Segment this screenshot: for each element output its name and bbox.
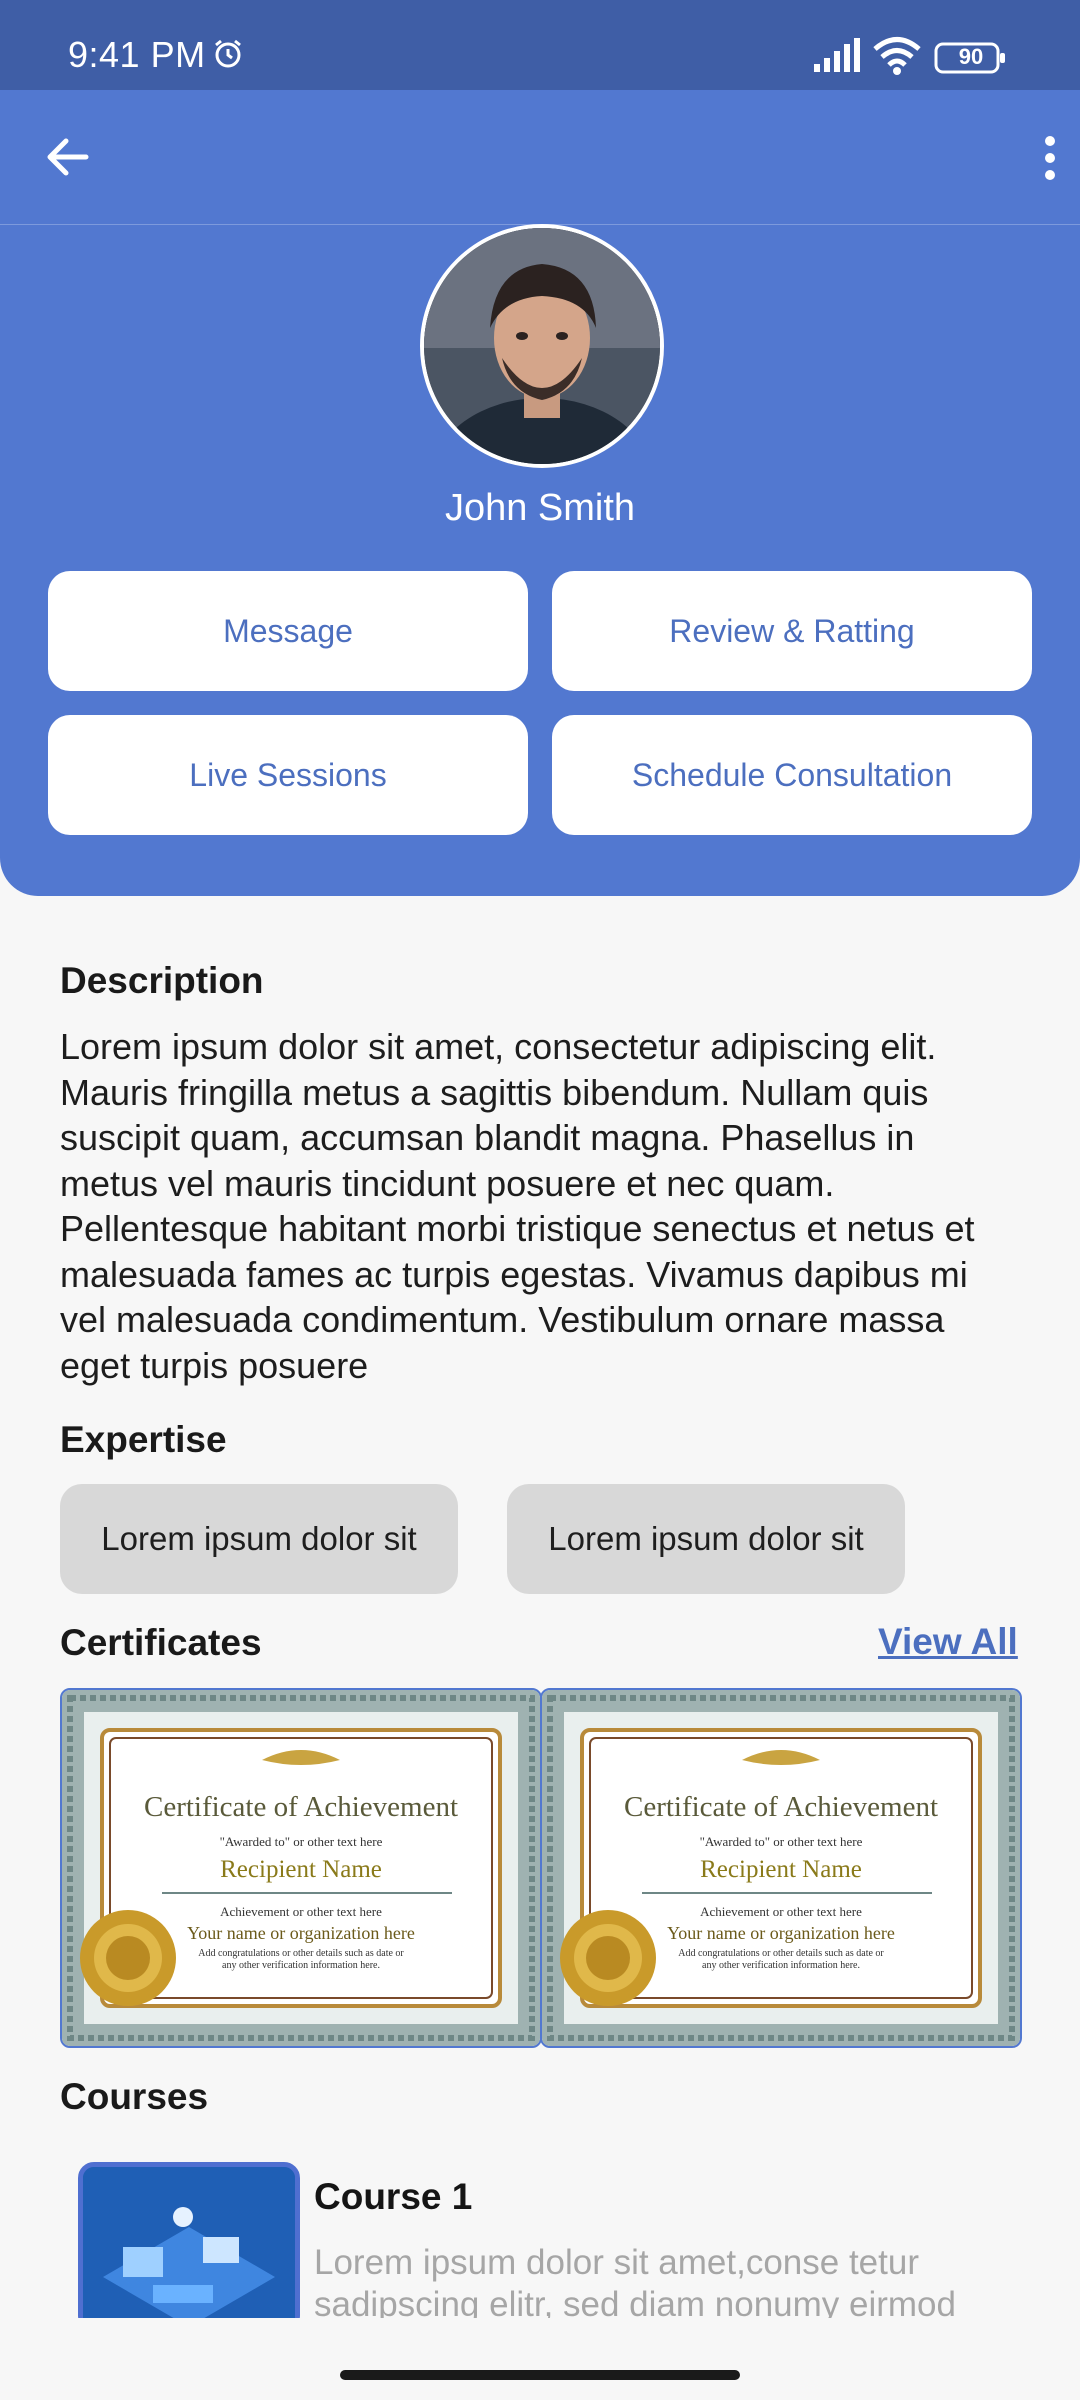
course-description: Lorem ipsum dolor sit amet,conse tetur s… <box>314 2243 956 2324</box>
certificate-recipient: Recipient Name <box>700 1856 862 1883</box>
home-indicator[interactable] <box>340 2370 740 2380</box>
expertise-chip[interactable]: Lorem ipsum dolor sit <box>60 1484 458 1594</box>
review-rating-button[interactable]: Review & Ratting <box>552 571 1032 691</box>
description-text: Lorem ipsum dolor sit amet, consectetur … <box>60 1026 975 1386</box>
certificate-note: Add congratulations or other details suc… <box>678 1948 884 1959</box>
certificate-note: any other verification information here. <box>702 1960 860 1971</box>
certificate-awarded: "Awarded to" or other text here <box>220 1834 383 1849</box>
back-arrow-icon[interactable] <box>44 134 90 180</box>
certificate-org: Your name or organization here <box>667 1923 895 1943</box>
course-illustration <box>83 2167 295 2327</box>
message-button[interactable]: Message <box>48 571 528 691</box>
status-bar: 9:41 PM 90 <box>0 0 1080 90</box>
certificate-image: Certificate of Achievement "Awarded to" … <box>542 1690 1020 2046</box>
certificate-achievement: Achievement or other text here <box>700 1904 862 1919</box>
profile-header: John Smith Message Review & Ratting Live… <box>0 90 1080 896</box>
bottom-fade <box>0 2318 1080 2400</box>
certificate-awarded: "Awarded to" or other text here <box>700 1834 863 1849</box>
expertise-chip[interactable]: Lorem ipsum dolor sit <box>507 1484 905 1594</box>
course-thumbnail[interactable] <box>78 2162 300 2332</box>
certificate-image: Certificate of Achievement "Awarded to" … <box>62 1690 540 2046</box>
schedule-consultation-button[interactable]: Schedule Consultation <box>552 715 1032 835</box>
status-time: 9:41 PM <box>68 34 206 75</box>
profile-name: John Smith <box>444 487 636 529</box>
avatar <box>420 224 664 468</box>
avatar-photo <box>424 228 660 464</box>
certificate-heading: Certificate of Achievement <box>144 1791 458 1823</box>
battery-level: 90 <box>958 44 984 69</box>
live-sessions-button[interactable]: Live Sessions <box>48 715 528 835</box>
wifi-icon <box>873 37 921 75</box>
certificate-card[interactable]: Certificate of Achievement "Awarded to" … <box>60 1688 542 2048</box>
app-bar <box>0 90 1080 225</box>
view-all-link[interactable]: View All <box>878 1621 1018 1663</box>
expertise-title: Expertise <box>60 1419 227 1460</box>
description-title: Description <box>60 960 264 1001</box>
certificates-title: Certificates <box>60 1622 262 1663</box>
certificate-heading: Certificate of Achievement <box>624 1791 938 1823</box>
more-vert-icon[interactable] <box>1040 134 1060 182</box>
certificate-card[interactable]: Certificate of Achievement "Awarded to" … <box>540 1688 1022 2048</box>
certificate-org: Your name or organization here <box>187 1923 415 1943</box>
alarm-icon <box>215 39 241 68</box>
certificate-recipient: Recipient Name <box>220 1856 382 1883</box>
certificate-note: Add congratulations or other details suc… <box>198 1948 404 1959</box>
courses-title: Courses <box>60 2076 209 2117</box>
course-title[interactable]: Course 1 <box>314 2176 472 2218</box>
signal-icon <box>814 38 860 72</box>
certificate-note: any other verification information here. <box>222 1960 380 1971</box>
certificate-achievement: Achievement or other text here <box>220 1904 382 1919</box>
